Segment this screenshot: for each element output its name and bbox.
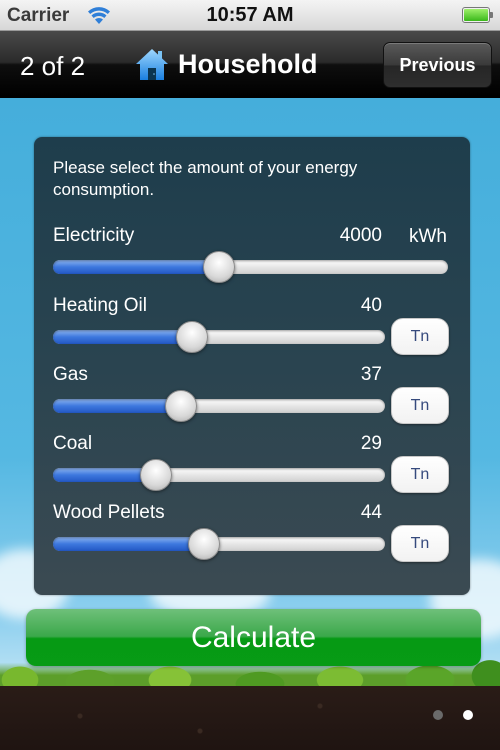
row-label: Heating Oil: [53, 295, 147, 316]
row-label: Wood Pellets: [53, 502, 165, 523]
page-dot-1[interactable]: [433, 710, 443, 720]
slider-fill: [53, 330, 193, 344]
row-label: Coal: [53, 433, 93, 454]
page-dot-2[interactable]: [463, 710, 473, 720]
row-label: Gas: [53, 364, 88, 385]
page-title: Household: [178, 48, 318, 79]
calculate-button[interactable]: Calculate: [26, 609, 481, 666]
slider-thumb[interactable]: [176, 321, 209, 353]
navigation-bar: 2 of 2 Household Previous: [0, 31, 500, 98]
energy-row-coal: Coal 29 Tn: [34, 433, 470, 495]
slider-thumb[interactable]: [139, 459, 172, 491]
slider-coal[interactable]: [53, 459, 385, 491]
clock: 10:57 AM: [206, 4, 294, 26]
slider-electricity[interactable]: [53, 251, 448, 283]
house-icon: [136, 49, 168, 80]
slider-heating-oil[interactable]: [53, 321, 385, 353]
slider-thumb[interactable]: [188, 528, 221, 560]
row-value: 40: [360, 295, 382, 316]
energy-row-gas: Gas 37 Tn: [34, 364, 470, 426]
slider-fill: [53, 260, 219, 274]
energy-row-heating-oil: Heating Oil 40 Tn: [34, 295, 470, 357]
slider-wood-pellets[interactable]: [53, 528, 385, 560]
unit-button-coal[interactable]: Tn: [391, 456, 449, 493]
page-counter: 2 of 2: [20, 51, 86, 81]
page-control[interactable]: [433, 710, 473, 720]
background-soil: [0, 686, 500, 750]
row-value: 37: [360, 364, 382, 385]
unit-button-heating-oil[interactable]: Tn: [391, 318, 449, 355]
row-value: 44: [360, 502, 382, 523]
slider-thumb[interactable]: [202, 251, 235, 283]
status-bar: Carrier 10:57 AM: [0, 0, 500, 31]
energy-row-wood-pellets: Wood Pellets 44 Tn: [34, 502, 470, 564]
battery-icon: [462, 7, 493, 23]
instructions-text: Please select the amount of your energy …: [53, 158, 358, 199]
row-label: Electricity: [53, 225, 135, 246]
unit-button-wood-pellets[interactable]: Tn: [391, 525, 449, 562]
slider-fill: [53, 537, 205, 551]
energy-row-electricity: Electricity 4000 kWh: [34, 225, 470, 287]
previous-button[interactable]: Previous: [383, 42, 492, 88]
slider-fill: [53, 399, 181, 413]
unit-label: kWh: [409, 226, 447, 247]
row-value: 4000: [339, 225, 382, 246]
slider-thumb[interactable]: [164, 390, 197, 422]
nav-title-group: Household: [134, 42, 318, 86]
row-value: 29: [360, 433, 382, 454]
unit-button-gas[interactable]: Tn: [391, 387, 449, 424]
energy-consumption-panel: Please select the amount of your energy …: [34, 137, 470, 595]
slider-gas[interactable]: [53, 390, 385, 422]
